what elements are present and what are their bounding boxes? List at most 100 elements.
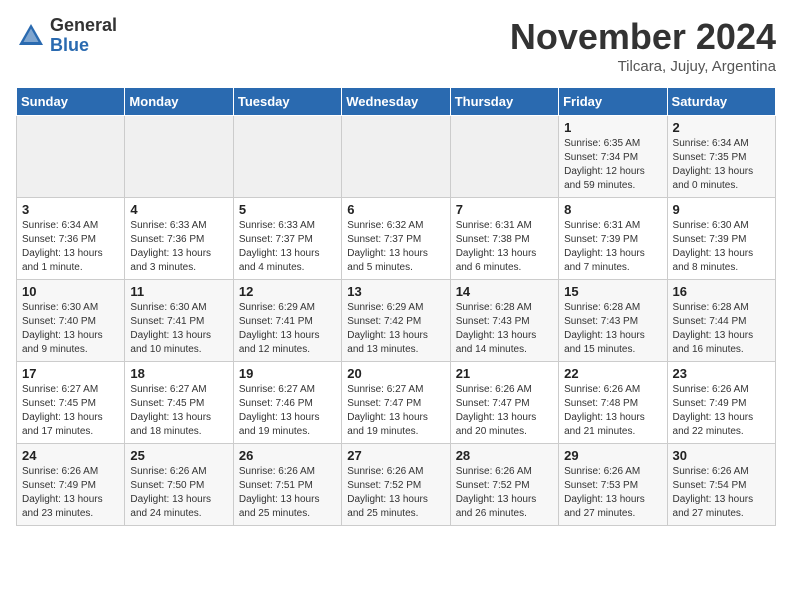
day-number: 4 (130, 202, 227, 217)
subtitle: Tilcara, Jujuy, Argentina (510, 58, 776, 75)
calendar-cell: 1Sunrise: 6:35 AMSunset: 7:34 PMDaylight… (559, 116, 667, 198)
day-number: 24 (22, 448, 119, 463)
day-info: Sunrise: 6:27 AMSunset: 7:45 PMDaylight:… (130, 383, 227, 439)
calendar-cell: 24 Sunrise: 6:26 AMSunset: 7:49 PMDayligh… (17, 444, 125, 526)
calendar-cell (342, 116, 450, 198)
calendar-cell: 20 Sunrise: 6:27 AMSunset: 7:47 PMDayligh… (342, 362, 450, 444)
calendar-cell: 7 Sunrise: 6:31 AMSunset: 7:38 PMDaylight… (450, 198, 558, 280)
day-number: 18 (130, 366, 227, 381)
day-info: Sunrise: 6:34 AMSunset: 7:35 PMDaylight:… (673, 137, 770, 193)
day-info: Sunrise: 6:27 AMSunset: 7:46 PMDaylight:… (239, 383, 336, 439)
header-tuesday: Tuesday (233, 88, 341, 116)
day-info: Sunrise: 6:33 AMSunset: 7:36 PMDaylight:… (130, 219, 227, 275)
day-number: 9 (673, 202, 770, 217)
day-info: Sunrise: 6:27 AMSunset: 7:45 PMDaylight:… (22, 383, 119, 439)
calendar-cell (233, 116, 341, 198)
day-info: Sunrise: 6:35 AMSunset: 7:34 PMDaylight:… (564, 137, 661, 193)
calendar-cell: 17 Sunrise: 6:27 AMSunset: 7:45 PMDayligh… (17, 362, 125, 444)
day-number: 17 (22, 366, 119, 381)
day-number: 27 (347, 448, 444, 463)
day-number: 10 (22, 284, 119, 299)
day-number: 8 (564, 202, 661, 217)
calendar-table: SundayMondayTuesdayWednesdayThursdayFrid… (16, 87, 776, 526)
day-number: 3 (22, 202, 119, 217)
calendar-week-4: 17 Sunrise: 6:27 AMSunset: 7:45 PMDayligh… (17, 362, 776, 444)
day-number: 25 (130, 448, 227, 463)
calendar-cell: 26 Sunrise: 6:26 AMSunset: 7:51 PMDayligh… (233, 444, 341, 526)
logo: General Blue (16, 16, 117, 56)
calendar-cell: 2 Sunrise: 6:34 AMSunset: 7:35 PMDaylight… (667, 116, 775, 198)
day-info: Sunrise: 6:26 AMSunset: 7:54 PMDaylight:… (673, 465, 770, 521)
month-title: November 2024 (510, 16, 776, 58)
calendar-week-1: 1Sunrise: 6:35 AMSunset: 7:34 PMDaylight… (17, 116, 776, 198)
day-number: 28 (456, 448, 553, 463)
calendar-cell: 25 Sunrise: 6:26 AMSunset: 7:50 PMDayligh… (125, 444, 233, 526)
day-info: Sunrise: 6:26 AMSunset: 7:51 PMDaylight:… (239, 465, 336, 521)
day-number: 26 (239, 448, 336, 463)
day-number: 29 (564, 448, 661, 463)
calendar-cell (125, 116, 233, 198)
day-info: Sunrise: 6:30 AMSunset: 7:41 PMDaylight:… (130, 301, 227, 357)
day-info: Sunrise: 6:30 AMSunset: 7:40 PMDaylight:… (22, 301, 119, 357)
calendar-cell: 4 Sunrise: 6:33 AMSunset: 7:36 PMDaylight… (125, 198, 233, 280)
day-info: Sunrise: 6:27 AMSunset: 7:47 PMDaylight:… (347, 383, 444, 439)
calendar-cell: 16 Sunrise: 6:28 AMSunset: 7:44 PMDayligh… (667, 280, 775, 362)
day-info: Sunrise: 6:34 AMSunset: 7:36 PMDaylight:… (22, 219, 119, 275)
calendar-cell: 22 Sunrise: 6:26 AMSunset: 7:48 PMDayligh… (559, 362, 667, 444)
day-number: 11 (130, 284, 227, 299)
day-info: Sunrise: 6:26 AMSunset: 7:52 PMDaylight:… (347, 465, 444, 521)
calendar-week-2: 3 Sunrise: 6:34 AMSunset: 7:36 PMDaylight… (17, 198, 776, 280)
day-info: Sunrise: 6:26 AMSunset: 7:50 PMDaylight:… (130, 465, 227, 521)
calendar-cell: 29Sunrise: 6:26 AMSunset: 7:53 PMDayligh… (559, 444, 667, 526)
day-number: 13 (347, 284, 444, 299)
day-info: Sunrise: 6:26 AMSunset: 7:52 PMDaylight:… (456, 465, 553, 521)
day-number: 22 (564, 366, 661, 381)
calendar-cell: 3 Sunrise: 6:34 AMSunset: 7:36 PMDaylight… (17, 198, 125, 280)
day-number: 20 (347, 366, 444, 381)
calendar-cell: 13 Sunrise: 6:29 AMSunset: 7:42 PMDayligh… (342, 280, 450, 362)
day-info: Sunrise: 6:30 AMSunset: 7:39 PMDaylight:… (673, 219, 770, 275)
day-number: 19 (239, 366, 336, 381)
calendar-cell: 14 Sunrise: 6:28 AMSunset: 7:43 PMDayligh… (450, 280, 558, 362)
day-number: 16 (673, 284, 770, 299)
day-info: Sunrise: 6:28 AMSunset: 7:43 PMDaylight:… (456, 301, 553, 357)
calendar-cell (17, 116, 125, 198)
day-info: Sunrise: 6:26 AMSunset: 7:48 PMDaylight:… (564, 383, 661, 439)
calendar-cell: 5Sunrise: 6:33 AMSunset: 7:37 PMDaylight… (233, 198, 341, 280)
header-saturday: Saturday (667, 88, 775, 116)
day-number: 15 (564, 284, 661, 299)
logo-text: General Blue (50, 16, 117, 56)
header-thursday: Thursday (450, 88, 558, 116)
day-number: 14 (456, 284, 553, 299)
calendar-cell: 8 Sunrise: 6:31 AMSunset: 7:39 PMDaylight… (559, 198, 667, 280)
day-number: 21 (456, 366, 553, 381)
day-info: Sunrise: 6:28 AMSunset: 7:44 PMDaylight:… (673, 301, 770, 357)
header-wednesday: Wednesday (342, 88, 450, 116)
day-number: 2 (673, 120, 770, 135)
logo-general: General (50, 16, 117, 36)
day-info: Sunrise: 6:26 AMSunset: 7:49 PMDaylight:… (22, 465, 119, 521)
header-sunday: Sunday (17, 88, 125, 116)
day-info: Sunrise: 6:32 AMSunset: 7:37 PMDaylight:… (347, 219, 444, 275)
calendar-cell: 6 Sunrise: 6:32 AMSunset: 7:37 PMDaylight… (342, 198, 450, 280)
day-number: 5 (239, 202, 336, 217)
calendar-cell: 23Sunrise: 6:26 AMSunset: 7:49 PMDayligh… (667, 362, 775, 444)
day-number: 6 (347, 202, 444, 217)
header-monday: Monday (125, 88, 233, 116)
calendar-cell: 21Sunrise: 6:26 AMSunset: 7:47 PMDayligh… (450, 362, 558, 444)
day-info: Sunrise: 6:29 AMSunset: 7:41 PMDaylight:… (239, 301, 336, 357)
calendar-header-row: SundayMondayTuesdayWednesdayThursdayFrid… (17, 88, 776, 116)
calendar-cell: 19 Sunrise: 6:27 AMSunset: 7:46 PMDayligh… (233, 362, 341, 444)
logo-icon (16, 21, 46, 51)
header-friday: Friday (559, 88, 667, 116)
calendar-cell: 28 Sunrise: 6:26 AMSunset: 7:52 PMDayligh… (450, 444, 558, 526)
day-info: Sunrise: 6:31 AMSunset: 7:38 PMDaylight:… (456, 219, 553, 275)
day-number: 12 (239, 284, 336, 299)
calendar-week-3: 10 Sunrise: 6:30 AMSunset: 7:40 PMDayligh… (17, 280, 776, 362)
calendar-week-5: 24 Sunrise: 6:26 AMSunset: 7:49 PMDayligh… (17, 444, 776, 526)
calendar-cell: 10 Sunrise: 6:30 AMSunset: 7:40 PMDayligh… (17, 280, 125, 362)
calendar-cell: 11 Sunrise: 6:30 AMSunset: 7:41 PMDayligh… (125, 280, 233, 362)
day-number: 7 (456, 202, 553, 217)
day-info: Sunrise: 6:29 AMSunset: 7:42 PMDaylight:… (347, 301, 444, 357)
day-info: Sunrise: 6:31 AMSunset: 7:39 PMDaylight:… (564, 219, 661, 275)
